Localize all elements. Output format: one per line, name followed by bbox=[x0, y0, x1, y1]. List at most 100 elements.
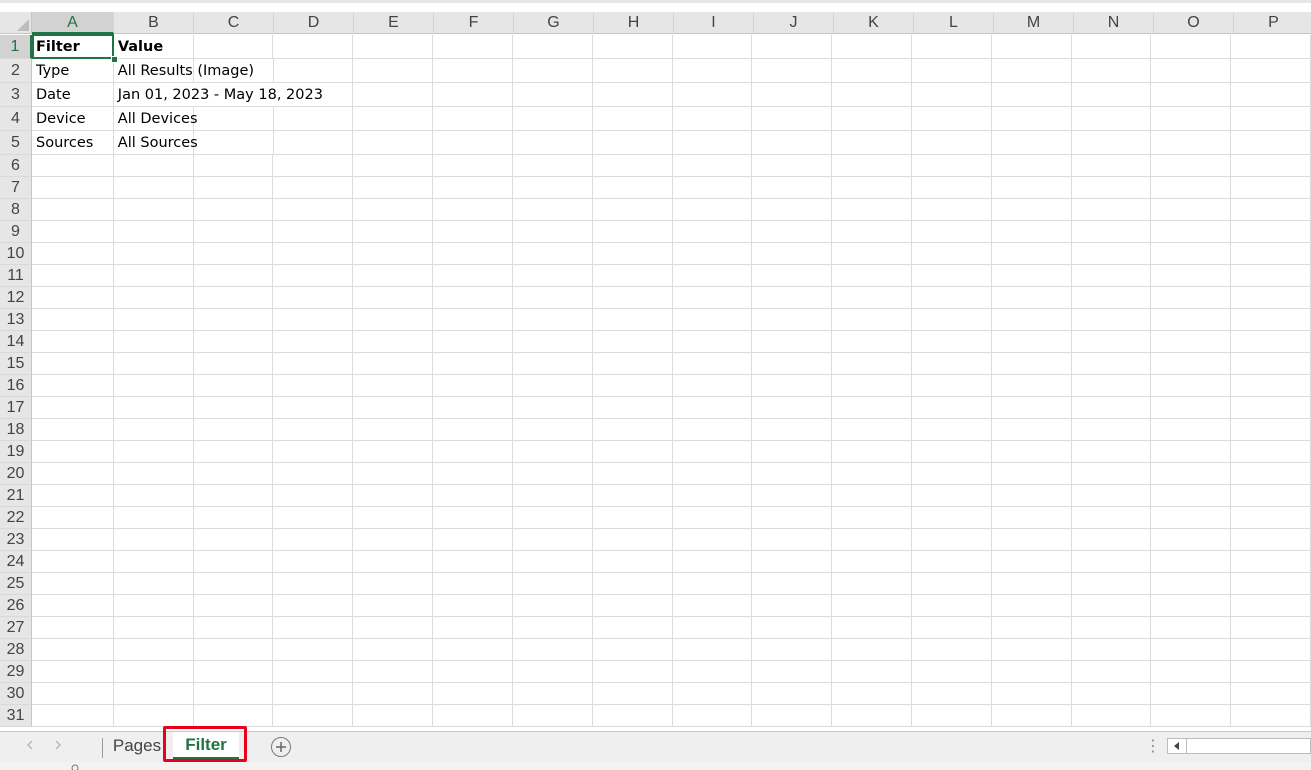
cell-i10[interactable] bbox=[672, 243, 753, 265]
add-sheet-button[interactable] bbox=[271, 737, 291, 757]
cell-a6[interactable] bbox=[32, 155, 114, 177]
cell-o3[interactable] bbox=[1151, 83, 1232, 107]
cell-i11[interactable] bbox=[672, 265, 753, 287]
cell-p15[interactable] bbox=[1231, 353, 1311, 375]
cell-b10[interactable] bbox=[113, 243, 194, 265]
cell-e18[interactable] bbox=[353, 419, 434, 441]
cell-o21[interactable] bbox=[1151, 485, 1232, 507]
cell-j28[interactable] bbox=[752, 639, 833, 661]
cell-h16[interactable] bbox=[592, 375, 673, 397]
cell-e8[interactable] bbox=[353, 199, 434, 221]
cell-d1[interactable] bbox=[273, 35, 354, 59]
cell-f20[interactable] bbox=[433, 463, 513, 485]
cell-c10[interactable] bbox=[193, 243, 274, 265]
cell-n30[interactable] bbox=[1071, 683, 1152, 705]
cell-c11[interactable] bbox=[193, 265, 274, 287]
cell-d4[interactable] bbox=[273, 107, 354, 131]
cell-g16[interactable] bbox=[512, 375, 593, 397]
cell-a7[interactable] bbox=[32, 177, 114, 199]
column-header-j[interactable]: J bbox=[754, 12, 834, 34]
cell-a30[interactable] bbox=[32, 683, 114, 705]
cell-o19[interactable] bbox=[1151, 441, 1232, 463]
cell-k12[interactable] bbox=[832, 287, 912, 309]
cell-d8[interactable] bbox=[273, 199, 354, 221]
cell-h3[interactable] bbox=[592, 83, 673, 107]
column-header-d[interactable]: D bbox=[274, 12, 354, 34]
cell-b31[interactable] bbox=[113, 705, 194, 727]
cell-f25[interactable] bbox=[433, 573, 513, 595]
cell-p14[interactable] bbox=[1231, 331, 1311, 353]
cell-i30[interactable] bbox=[672, 683, 753, 705]
row-header-5[interactable]: 5 bbox=[0, 131, 32, 155]
cell-g12[interactable] bbox=[512, 287, 593, 309]
cell-l1[interactable] bbox=[911, 35, 992, 59]
row-header-30[interactable]: 30 bbox=[0, 683, 32, 705]
cell-d16[interactable] bbox=[273, 375, 354, 397]
cell-g11[interactable] bbox=[512, 265, 593, 287]
cell-a14[interactable] bbox=[32, 331, 114, 353]
cell-d22[interactable] bbox=[273, 507, 354, 529]
column-header-n[interactable]: N bbox=[1074, 12, 1154, 34]
cell-e11[interactable] bbox=[353, 265, 434, 287]
cell-c12[interactable] bbox=[193, 287, 274, 309]
cell-k14[interactable] bbox=[832, 331, 912, 353]
cell-m3[interactable] bbox=[991, 83, 1072, 107]
cell-e9[interactable] bbox=[353, 221, 434, 243]
cell-g13[interactable] bbox=[512, 309, 593, 331]
cell-i14[interactable] bbox=[672, 331, 753, 353]
cell-o17[interactable] bbox=[1151, 397, 1232, 419]
cell-g5[interactable] bbox=[512, 131, 593, 155]
cell-a4[interactable]: Device bbox=[32, 107, 114, 131]
cell-c31[interactable] bbox=[193, 705, 274, 727]
cell-l2[interactable] bbox=[911, 59, 992, 83]
cell-o23[interactable] bbox=[1151, 529, 1232, 551]
cell-l16[interactable] bbox=[911, 375, 992, 397]
cell-l22[interactable] bbox=[911, 507, 992, 529]
cell-a17[interactable] bbox=[32, 397, 114, 419]
cell-c3[interactable] bbox=[193, 83, 274, 107]
cell-f4[interactable] bbox=[433, 107, 513, 131]
cell-j9[interactable] bbox=[752, 221, 833, 243]
cell-f31[interactable] bbox=[433, 705, 513, 727]
cell-a11[interactable] bbox=[32, 265, 114, 287]
cell-h13[interactable] bbox=[592, 309, 673, 331]
cell-f28[interactable] bbox=[433, 639, 513, 661]
cell-f27[interactable] bbox=[433, 617, 513, 639]
cell-j22[interactable] bbox=[752, 507, 833, 529]
cell-m25[interactable] bbox=[991, 573, 1072, 595]
cell-c13[interactable] bbox=[193, 309, 274, 331]
cell-j4[interactable] bbox=[752, 107, 833, 131]
cell-o14[interactable] bbox=[1151, 331, 1232, 353]
cell-a25[interactable] bbox=[32, 573, 114, 595]
cell-n24[interactable] bbox=[1071, 551, 1152, 573]
row-header-22[interactable]: 22 bbox=[0, 507, 32, 529]
column-header-c[interactable]: C bbox=[194, 12, 274, 34]
cell-m21[interactable] bbox=[991, 485, 1072, 507]
row-header-25[interactable]: 25 bbox=[0, 573, 32, 595]
cell-k2[interactable] bbox=[832, 59, 912, 83]
cell-n28[interactable] bbox=[1071, 639, 1152, 661]
cell-m9[interactable] bbox=[991, 221, 1072, 243]
cell-a20[interactable] bbox=[32, 463, 114, 485]
row-header-11[interactable]: 11 bbox=[0, 265, 32, 287]
cell-m22[interactable] bbox=[991, 507, 1072, 529]
cell-h22[interactable] bbox=[592, 507, 673, 529]
cell-h15[interactable] bbox=[592, 353, 673, 375]
cell-g3[interactable] bbox=[512, 83, 593, 107]
cell-j6[interactable] bbox=[752, 155, 833, 177]
cell-f21[interactable] bbox=[433, 485, 513, 507]
cell-j1[interactable] bbox=[752, 35, 833, 59]
sheet-tab-filter[interactable]: Filter bbox=[173, 732, 239, 760]
cell-e20[interactable] bbox=[353, 463, 434, 485]
cell-e2[interactable] bbox=[353, 59, 434, 83]
row-header-7[interactable]: 7 bbox=[0, 177, 32, 199]
cell-a2[interactable]: Type bbox=[32, 59, 114, 83]
cell-j21[interactable] bbox=[752, 485, 833, 507]
cell-n20[interactable] bbox=[1071, 463, 1152, 485]
row-header-6[interactable]: 6 bbox=[0, 155, 32, 177]
select-all-button[interactable] bbox=[0, 12, 32, 34]
fill-handle[interactable] bbox=[111, 56, 118, 63]
cell-j24[interactable] bbox=[752, 551, 833, 573]
cell-k1[interactable] bbox=[832, 35, 912, 59]
cell-i29[interactable] bbox=[672, 661, 753, 683]
